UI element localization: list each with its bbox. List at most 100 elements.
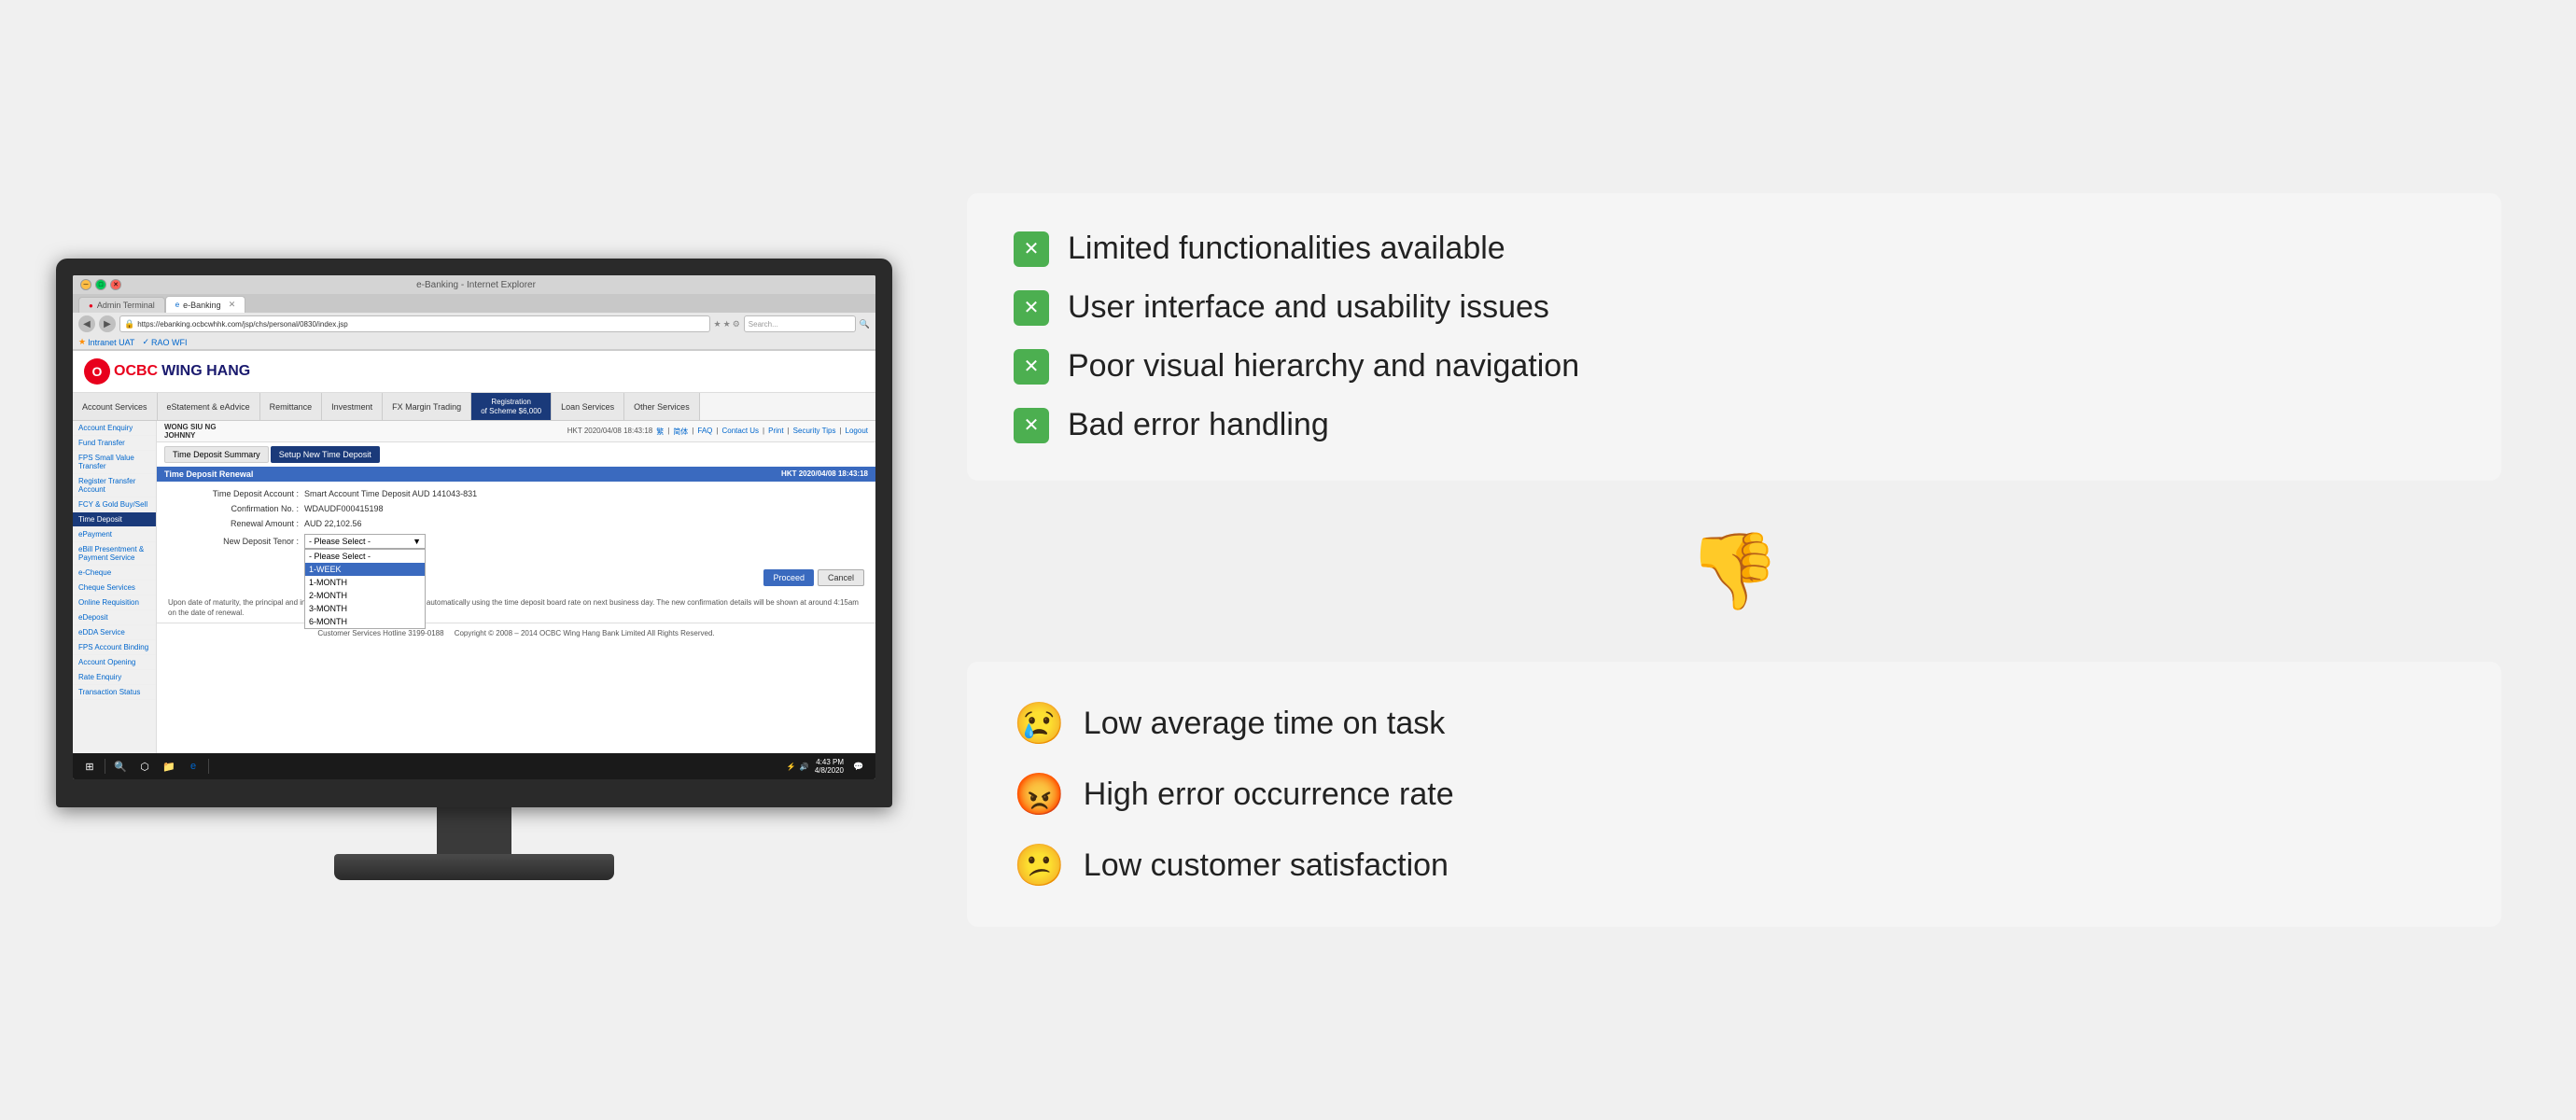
option-6-month[interactable]: 6-MONTH	[305, 615, 425, 628]
sub-tab-setup[interactable]: Setup New Time Deposit	[271, 446, 380, 463]
tab-registration[interactable]: Registrationof Scheme $6,000	[471, 393, 552, 420]
issue-item-2: ✕ User interface and usability issues	[1014, 289, 2455, 326]
sidebar-item-edda[interactable]: eDDA Service	[73, 625, 156, 640]
sidebar-item-online-req[interactable]: Online Requisition	[73, 595, 156, 610]
notice-text: Upon date of maturity, the principal and…	[157, 594, 875, 622]
issue-item-3: ✕ Poor visual hierarchy and navigation	[1014, 348, 2455, 385]
ocbc-header: O OCBC WING HANG	[73, 351, 875, 393]
tab-fx-margin[interactable]: FX Margin Trading	[383, 393, 471, 420]
metric-item-3: 😕 Low customer satisfaction	[1014, 841, 2455, 889]
address-bar[interactable]: 🔒 https://ebanking.ocbcwhhk.com/jsp/chs/…	[119, 315, 710, 332]
sidebar-item-rate-enquiry[interactable]: Rate Enquiry	[73, 670, 156, 685]
label-renewal: Renewal Amount :	[168, 519, 299, 528]
thumbs-down-section: 👎	[967, 509, 2501, 634]
print-link[interactable]: Print	[768, 427, 783, 437]
forward-button[interactable]: ▶	[99, 315, 116, 332]
browser-action-icons: ★★⚙	[714, 319, 740, 329]
issue-text-3: Poor visual hierarchy and navigation	[1068, 348, 1579, 385]
browser-tabs: ● Admin Terminal e e-Banking ✕	[73, 294, 875, 313]
window-controls: ─ □ ✕	[80, 279, 121, 290]
dropdown-options: - Please Select - 1-WEEK 1-MONTH 2-MONTH…	[304, 549, 426, 629]
issue-icon-3: ✕	[1014, 349, 1049, 385]
security-tips-link[interactable]: Security Tips	[793, 427, 836, 437]
sidebar-item-account-enquiry[interactable]: Account Enquiry	[73, 421, 156, 436]
option-3-month[interactable]: 3-MONTH	[305, 602, 425, 615]
sidebar-item-time-deposit[interactable]: Time Deposit	[73, 512, 156, 527]
bookmark-intranet[interactable]: ★ Intranet UAT	[78, 337, 134, 347]
issue-text-1: Limited functionalities available	[1068, 231, 1505, 267]
browser-chrome: ─ □ ✕ e-Banking - Internet Explorer ● Ad…	[73, 275, 875, 351]
taskbar-folder-icon[interactable]: 📁	[160, 757, 178, 776]
tenor-dropdown[interactable]: - Please Select - ▼ - Please Select - 1-…	[304, 534, 426, 549]
monitor-bezel: ─ □ ✕ e-Banking - Internet Explorer ● Ad…	[56, 259, 892, 807]
tab-admin-terminal[interactable]: ● Admin Terminal	[78, 297, 165, 313]
taskbar-clock: 4:43 PM 4/8/2020	[815, 758, 844, 775]
sidebar-item-fcy-gold[interactable]: FCY & Gold Buy/Sell	[73, 497, 156, 512]
lang-trad[interactable]: 繁	[656, 427, 664, 437]
taskbar-search-icon[interactable]: 🔍	[111, 757, 130, 776]
tab-loan-services[interactable]: Loan Services	[552, 393, 624, 420]
sidebar-item-fps-small[interactable]: FPS Small Value Transfer	[73, 451, 156, 474]
metric-emoji-3: 😕	[1014, 841, 1065, 889]
taskbar-cortana-icon[interactable]: ⬡	[135, 757, 154, 776]
dropdown-display[interactable]: - Please Select - ▼	[304, 534, 426, 549]
taskbar-time: 4:43 PM	[815, 758, 844, 766]
contact-link[interactable]: Contact Us	[721, 427, 759, 437]
metric-text-2: High error occurrence rate	[1084, 777, 1454, 813]
sidebar-item-transaction-status[interactable]: Transaction Status	[73, 685, 156, 700]
sidebar-item-echeque[interactable]: e-Cheque	[73, 566, 156, 581]
user-links: HKT 2020/04/08 18:43:18 繁 | 简体 | FAQ | C…	[567, 427, 868, 437]
sidebar-item-epayment[interactable]: ePayment	[73, 527, 156, 542]
option-2-month[interactable]: 2-MONTH	[305, 589, 425, 602]
sidebar-item-ebill[interactable]: eBill Presentment & Payment Service	[73, 542, 156, 566]
logout-link[interactable]: Logout	[846, 427, 868, 437]
issue-text-4: Bad error handling	[1068, 407, 1329, 443]
main-nav-tabs: Account Services eStatement & eAdvice Re…	[73, 393, 875, 421]
tab-investment[interactable]: Investment	[322, 393, 383, 420]
sidebar-item-register-transfer[interactable]: Register Transfer Account	[73, 474, 156, 497]
option-1-week[interactable]: 1-WEEK	[305, 563, 425, 576]
option-please-select[interactable]: - Please Select -	[305, 550, 425, 563]
tab-remittance[interactable]: Remittance	[260, 393, 323, 420]
sub-tab-summary[interactable]: Time Deposit Summary	[164, 446, 269, 463]
sidebar-item-fund-transfer[interactable]: Fund Transfer	[73, 436, 156, 451]
tab-account-services[interactable]: Account Services	[73, 393, 158, 420]
metrics-card: 😢 Low average time on task 😡 High error …	[967, 662, 2501, 927]
back-button[interactable]: ◀	[78, 315, 95, 332]
metric-text-3: Low customer satisfaction	[1084, 847, 1449, 884]
option-1-month[interactable]: 1-MONTH	[305, 576, 425, 589]
ocbc-logo: O OCBC WING HANG	[84, 358, 250, 385]
page-content: O OCBC WING HANG Account Services eState…	[73, 351, 875, 769]
issue-item-4: ✕ Bad error handling	[1014, 407, 2455, 443]
sidebar-item-cheque[interactable]: Cheque Services	[73, 581, 156, 595]
metric-text-1: Low average time on task	[1084, 706, 1445, 742]
taskbar-start-button[interactable]: ⊞	[80, 757, 99, 776]
form-row-account: Time Deposit Account : Smart Account Tim…	[168, 489, 864, 498]
restore-button[interactable]: □	[95, 279, 106, 290]
close-button[interactable]: ✕	[110, 279, 121, 290]
tab-other-services[interactable]: Other Services	[624, 393, 700, 420]
lang-simp[interactable]: 简体	[673, 427, 688, 437]
faq-link[interactable]: FAQ	[697, 427, 712, 437]
tab-estatement[interactable]: eStatement & eAdvice	[158, 393, 260, 420]
taskbar-ie-icon[interactable]: e	[184, 757, 203, 776]
label-tenor: New Deposit Tenor :	[168, 537, 299, 546]
ocbc-brand-text: OCBC	[114, 363, 158, 380]
timestamp: HKT 2020/04/08 18:43:18	[567, 427, 652, 437]
tab-ebanking[interactable]: e e-Banking ✕	[165, 296, 246, 313]
page-footer: Customer Services Hotline 3199-0188 Copy…	[157, 623, 875, 643]
search-icon[interactable]: 🔍	[860, 319, 870, 329]
sidebar-item-account-opening[interactable]: Account Opening	[73, 655, 156, 670]
thumbs-down-emoji: 👎	[1687, 527, 1781, 615]
cancel-button[interactable]: Cancel	[818, 569, 864, 586]
sidebar-item-fps-binding[interactable]: FPS Account Binding	[73, 640, 156, 655]
sidebar-item-edeposit[interactable]: eDeposit	[73, 610, 156, 625]
search-bar[interactable]: Search...	[744, 315, 856, 332]
taskbar-notification-icon[interactable]: 💬	[849, 757, 868, 776]
taskbar-date: 4/8/2020	[815, 766, 844, 775]
taskbar: ⊞ 🔍 ⬡ 📁 e ⚡ 🔊 4:43 PM 4/8/2020 💬	[73, 753, 875, 779]
proceed-button[interactable]: Proceed	[763, 569, 814, 586]
minimize-button[interactable]: ─	[80, 279, 91, 290]
bookmark-rao-wfi[interactable]: ✓ RAO WFI	[142, 337, 187, 347]
browser-nav: ◀ ▶ 🔒 https://ebanking.ocbcwhhk.com/jsp/…	[73, 313, 875, 335]
